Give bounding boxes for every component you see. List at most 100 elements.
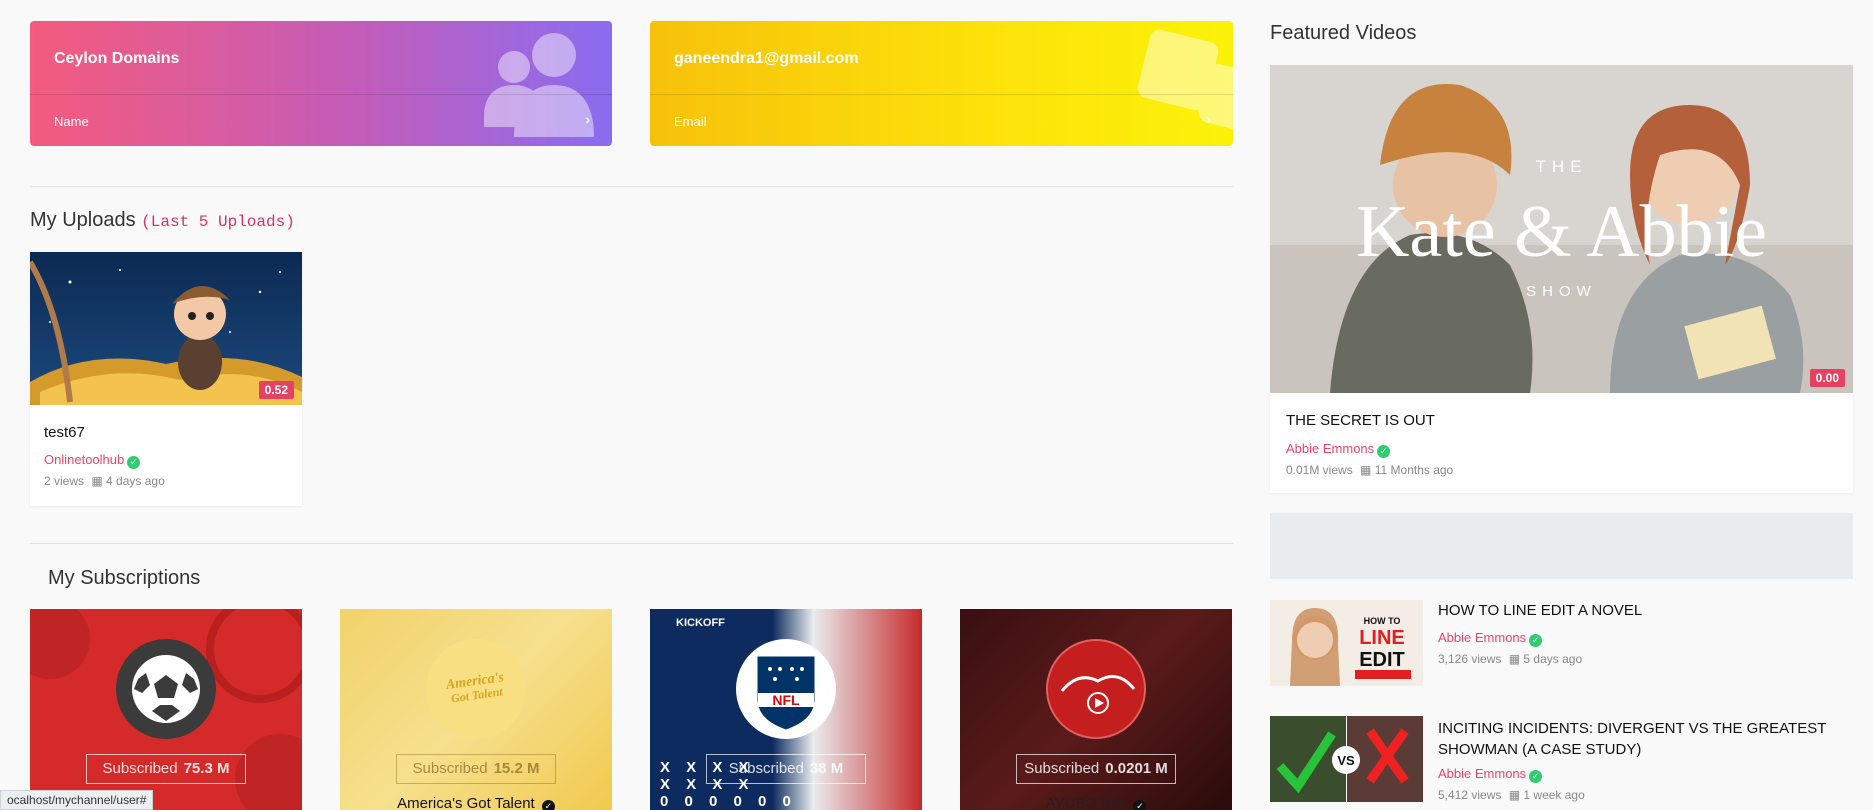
subscribed-label: Subscribed [412, 760, 488, 777]
channel-name[interactable]: Abbie Emmons [1438, 630, 1526, 645]
video-meta: 2 views ▦ 4 days ago [44, 474, 165, 488]
soccer-ball-icon [132, 655, 200, 723]
channel-link[interactable]: Onlinetoolhub ✓ [44, 452, 141, 469]
subscription-name-text: AYUBO one [1045, 795, 1127, 810]
verified-icon: ✓ [541, 800, 555, 810]
video-meta: 0.01M views ▦ 11 Months ago [1286, 463, 1453, 477]
uploads-heading: My Uploads (Last 5 Uploads) [30, 209, 295, 232]
subscriber-count: 38 M [809, 760, 844, 777]
view-count: 2 views [44, 474, 85, 488]
svg-text:VS: VS [1337, 753, 1355, 768]
upload-age: 1 week ago [1523, 788, 1585, 802]
featured-list-item[interactable]: VS INCITING INCIDENTS: DIVERGENT VS THE … [1270, 716, 1853, 810]
channel-avatar[interactable] [1046, 639, 1146, 739]
card-divider [30, 94, 612, 95]
list-video-title[interactable]: HOW TO LINE EDIT A NOVEL [1438, 602, 1848, 619]
svg-text:LINE: LINE [1359, 627, 1405, 649]
subscribed-label: Subscribed [1024, 760, 1100, 777]
chevron-right-icon[interactable]: › [1207, 112, 1211, 127]
subscribed-label: Subscribed [102, 760, 178, 777]
channel-avatar[interactable]: NFL [736, 639, 836, 739]
channel-link[interactable]: Abbie Emmons ✓ [1438, 630, 1543, 647]
email-caption: Email [674, 114, 707, 129]
calendar-icon: ▦ [1508, 652, 1521, 666]
list-thumbnail-image: HOW TO LINE EDIT [1270, 600, 1423, 686]
thumb-text-main: Kate & Abbie [1355, 191, 1767, 273]
featured-heading: Featured Videos [1270, 22, 1417, 44]
featured-video-card[interactable]: THE Kate & Abbie SHOW 0.00 THE SECRET IS… [1270, 65, 1853, 493]
video-title[interactable]: test67 [44, 424, 85, 441]
play-logo-icon [1060, 675, 1136, 714]
calendar-icon: ▦ [1360, 463, 1372, 477]
verified-icon: ✓ [1529, 634, 1543, 647]
featured-video-title[interactable]: THE SECRET IS OUT [1286, 412, 1435, 429]
subscription-card[interactable]: KICKOFF X X X XX X X X0 0 0 0 0 0 NFL Su… [650, 609, 922, 810]
section-divider [30, 543, 1233, 544]
subscription-name-text: America's Got Talent [397, 795, 535, 810]
thumb-text-bottom: SHOW [1526, 283, 1597, 300]
duration-badge: 0.52 [258, 381, 294, 399]
uploads-heading-text: My Uploads [30, 209, 136, 231]
channel-name[interactable]: Abbie Emmons [1438, 766, 1526, 781]
verified-icon: ✓ [1133, 800, 1147, 810]
subscription-card[interactable]: America's Got Talent Subscribed 15.2 M Am… [340, 609, 612, 810]
calendar-icon: ▦ [1508, 788, 1521, 802]
agt-logo-icon: America's Got Talent [444, 670, 505, 705]
featured-list-item[interactable]: HOW TO LINE EDIT HOW TO LINE EDIT A NOVE… [1270, 600, 1853, 690]
calendar-icon: ▦ [91, 474, 103, 488]
video-meta: 3,126 views ▦ 5 days ago [1438, 652, 1582, 666]
featured-thumbnail[interactable]: THE Kate & Abbie SHOW 0.00 [1270, 65, 1853, 393]
video-meta: 5,412 views ▦ 1 week ago [1438, 788, 1585, 802]
uploads-subheading: (Last 5 Uploads) [141, 213, 295, 231]
channel-link[interactable]: Abbie Emmons ✓ [1286, 441, 1391, 458]
list-thumbnail-image: VS [1270, 716, 1423, 802]
subscriptions-heading: My Subscriptions [48, 567, 201, 589]
upload-age: 11 Months ago [1374, 463, 1454, 477]
ad-placeholder [1270, 513, 1853, 579]
channel-avatar[interactable]: America's Got Talent [426, 639, 526, 739]
channel-name[interactable]: Abbie Emmons [1286, 441, 1374, 456]
upload-card[interactable]: 0.52 test67 Onlinetoolhub ✓ 2 views ▦ 4 d… [30, 252, 302, 506]
list-thumbnail[interactable]: HOW TO LINE EDIT [1270, 600, 1423, 686]
card-divider [650, 94, 1233, 95]
list-video-title[interactable]: INCITING INCIDENTS: DIVERGENT VS THE GRE… [1438, 718, 1848, 760]
list-thumbnail[interactable]: VS [1270, 716, 1423, 802]
view-count: 5,412 views [1438, 788, 1502, 802]
channel-avatar[interactable] [116, 639, 216, 739]
channel-name[interactable]: Onlinetoolhub [44, 452, 124, 467]
channel-name-value: Ceylon Domains [54, 50, 180, 67]
subscriber-count: 0.0201 M [1105, 760, 1168, 777]
upload-age: 4 days ago [106, 474, 165, 488]
verified-icon: ✓ [1529, 770, 1543, 783]
subscribed-button[interactable]: Subscribed 15.2 M [396, 754, 556, 784]
browser-status-bar: ocalhost/mychannel/user# [0, 790, 154, 810]
email-stat-card[interactable]: ganeendra1@gmail.com Email › [650, 21, 1233, 146]
name-stat-card[interactable]: Ceylon Domains Name › [30, 21, 612, 146]
verified-icon: ✓ [127, 456, 141, 469]
subscribed-button[interactable]: Subscribed 38 M [706, 754, 866, 784]
subscriber-count: 15.2 M [493, 760, 540, 777]
view-count: 0.01M views [1286, 463, 1353, 477]
subscribed-label: Subscribed [728, 760, 804, 777]
thumb-text-top: THE [1535, 157, 1588, 176]
subscribed-button[interactable]: Subscribed 0.0201 M [1016, 754, 1176, 784]
view-count: 3,126 views [1438, 652, 1502, 666]
svg-text:NFL: NFL [772, 692, 800, 708]
svg-text:HOW TO: HOW TO [1364, 616, 1401, 626]
name-caption: Name [54, 114, 89, 129]
subscription-card[interactable]: Subscribed 0.0201 M AYUBO one ✓ [960, 609, 1232, 810]
kickoff-label: KICKOFF [676, 617, 725, 629]
subscribed-button[interactable]: Subscribed 75.3 M [86, 754, 246, 784]
video-thumbnail[interactable]: 0.52 [30, 252, 302, 405]
channel-link[interactable]: Abbie Emmons ✓ [1438, 766, 1543, 783]
chevron-right-icon[interactable]: › [586, 112, 590, 127]
users-icon [484, 33, 594, 137]
email-value: ganeendra1@gmail.com [674, 50, 859, 67]
subscription-name[interactable]: America's Got Talent ✓ [340, 795, 612, 810]
subscription-card[interactable]: Subscribed 75.3 M [30, 609, 302, 810]
subscriber-count: 75.3 M [183, 760, 230, 777]
subscription-name[interactable]: AYUBO one ✓ [960, 795, 1232, 810]
nfl-shield-icon: NFL [754, 653, 818, 733]
squares-icon [1137, 29, 1233, 131]
duration-badge: 0.00 [1809, 369, 1845, 387]
